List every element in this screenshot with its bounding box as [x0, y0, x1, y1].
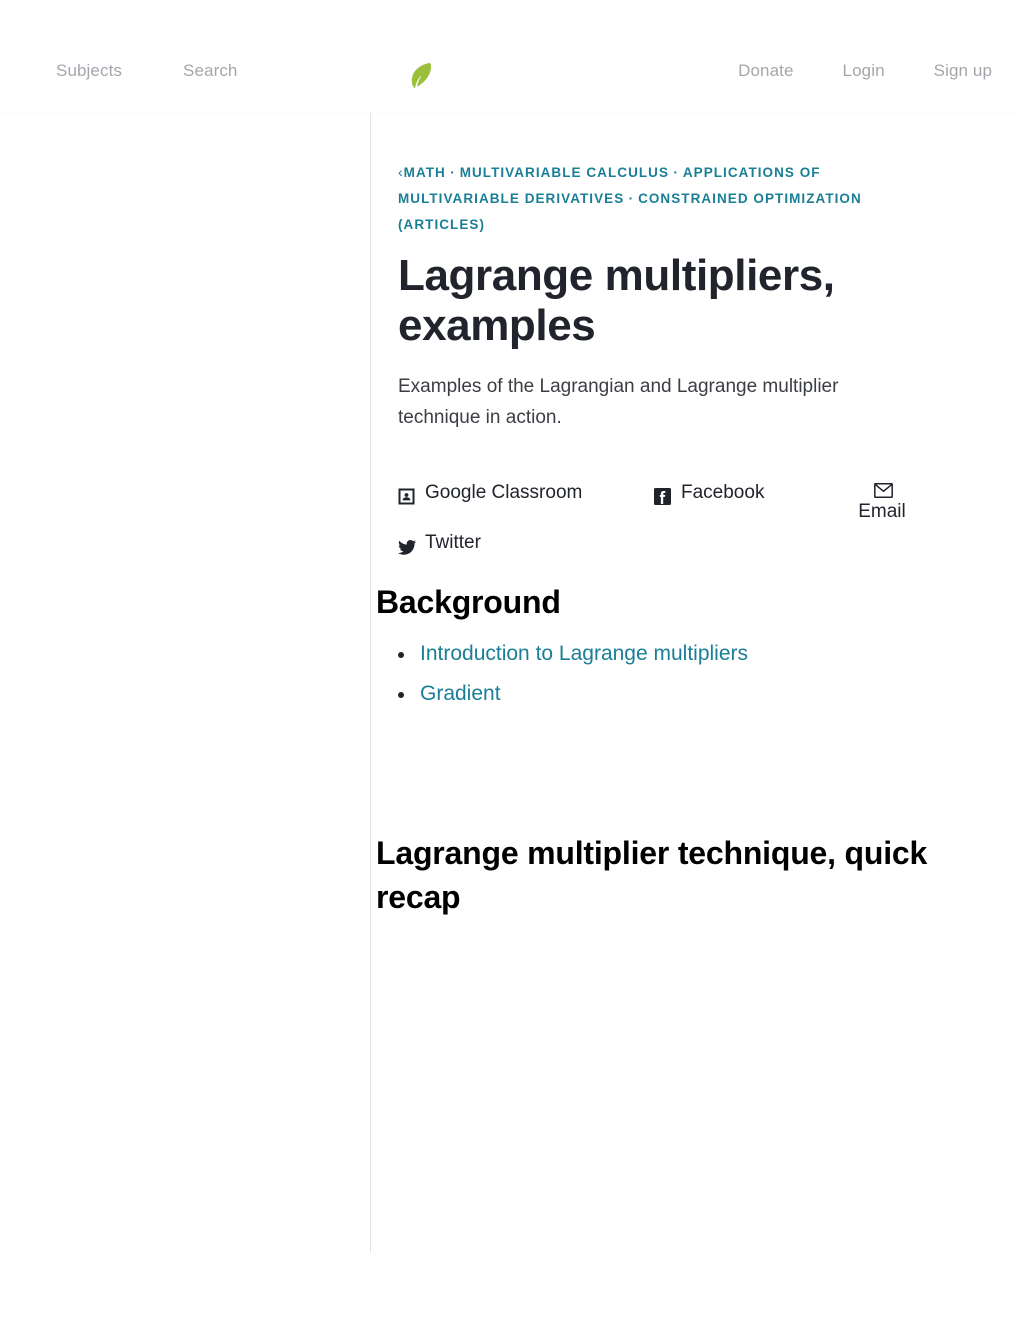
nav-item-donate[interactable]: Donate	[738, 60, 793, 81]
list-item: Introduction to Lagrange multipliers	[398, 634, 936, 674]
share-email-button[interactable]: Email	[846, 477, 918, 527]
section-lagrange-multiplier-technique-quick-recap: Lagrange multiplier technique, quick rec…	[376, 831, 936, 919]
back-chevron-icon[interactable]: ‹	[398, 164, 403, 180]
section-background: Background Introduction to Lagrange mult…	[376, 580, 936, 714]
google-classroom-icon	[398, 484, 415, 505]
breadcrumb-separator: ·	[624, 190, 639, 206]
section-heading-background: Background	[376, 584, 561, 620]
khan-academy-leaf-icon[interactable]	[409, 62, 433, 89]
primary-nav-left: Subjects Search	[56, 60, 298, 81]
facebook-icon	[654, 484, 671, 506]
breadcrumb-separator: ·	[445, 165, 460, 180]
share-google-classroom-button[interactable]: Google Classroom	[398, 477, 654, 508]
share-facebook-button[interactable]: Facebook	[654, 477, 846, 508]
page-title: Lagrange multipliers, examples	[398, 251, 835, 351]
link-introduction-to-lagrange-multipliers[interactable]: Introduction to Lagrange multipliers	[420, 642, 748, 665]
envelope-icon	[873, 477, 893, 499]
section-heading-quick-recap: Lagrange multiplier technique, quick rec…	[376, 835, 928, 915]
breadcrumb-separator: ·	[669, 165, 683, 180]
nav-item-subjects[interactable]: Subjects	[56, 60, 122, 81]
share-google-classroom-label: Google Classroom	[425, 482, 583, 504]
primary-nav-right: Donate Login Sign up	[689, 60, 992, 81]
link-gradient[interactable]: Gradient	[420, 682, 501, 705]
share-twitter-label: Twitter	[425, 532, 481, 554]
breadcrumb-item-multivariable-calculus[interactable]: MULTIVARIABLE CALCULUS	[460, 165, 669, 180]
site-header: Subjects Search Donate Login Sign up	[0, 0, 1020, 113]
background-links-list: Introduction to Lagrange multipliers Gra…	[376, 634, 936, 714]
share-row: Google Classroom Facebook Email Twitter	[398, 477, 918, 558]
breadcrumb[interactable]: ‹MATH · MULTIVARIABLE CALCULUS · APPLICA…	[398, 160, 918, 237]
article-header: ‹MATH · MULTIVARIABLE CALCULUS · APPLICA…	[398, 160, 922, 558]
nav-item-login[interactable]: Login	[843, 60, 885, 81]
content-divider	[370, 113, 371, 1253]
share-facebook-label: Facebook	[681, 482, 765, 504]
article-body: Background Introduction to Lagrange mult…	[376, 580, 936, 919]
breadcrumb-item-math[interactable]: MATH	[404, 165, 446, 180]
share-email-label: Email	[858, 501, 906, 523]
nav-item-signup[interactable]: Sign up	[934, 60, 992, 81]
share-twitter-button[interactable]: Twitter	[398, 527, 654, 558]
twitter-bird-icon	[398, 534, 416, 556]
article-description: Examples of the Lagrangian and Lagrange …	[398, 376, 839, 429]
nav-item-search[interactable]: Search	[183, 60, 237, 81]
list-item: Gradient	[398, 674, 936, 714]
